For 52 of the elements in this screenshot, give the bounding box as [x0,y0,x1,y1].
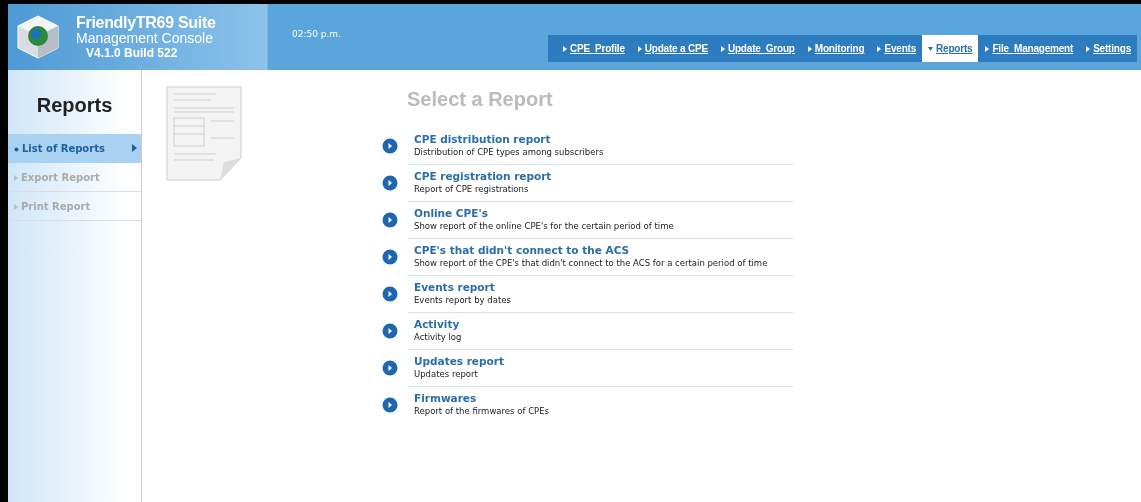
arrow-circle-icon[interactable] [382,323,398,339]
report-link[interactable]: CPE's that didn't connect to the ACS [414,244,768,257]
report-link[interactable]: CPE distribution report [414,133,604,146]
arrow-circle-icon[interactable] [382,175,398,191]
cube-logo-icon [16,14,60,60]
caret-right-icon [984,45,990,52]
arrow-circle-icon[interactable] [382,138,398,154]
report-link[interactable]: Updates report [414,355,504,368]
report-link[interactable]: Firmwares [414,392,549,405]
arrow-circle-icon[interactable] [382,360,398,376]
caret-right-icon [719,45,725,52]
nav-tab[interactable]: Settings [1079,35,1137,62]
version-label: V4.1.0 Build 522 [85,46,179,60]
nav-tab[interactable]: Update Group [713,35,801,62]
report-description: Show report of the CPE's that didn't connect to the ACS for a certain period of time [414,257,768,270]
nav-tab[interactable]: Events [870,35,923,62]
nav-tab[interactable]: CPE Profile [555,35,631,62]
report-description: Activity log [414,331,462,344]
arrow-circle-icon[interactable] [382,397,398,413]
report-description: Show report of the online CPE's for the certain period of time [414,220,674,233]
nav-tab[interactable]: Reports [922,35,979,62]
report-description: Updates report [414,368,479,381]
report-link[interactable]: Events report [414,281,511,294]
caret-right-icon [14,204,18,210]
nav-tab[interactable]: Update a CPE [630,35,714,62]
caret-right-icon [806,45,812,52]
bullet-icon [14,146,19,152]
caret-right-icon [876,45,882,52]
nav-tab[interactable]: File Management [978,35,1080,62]
report-description: Report of CPE registrations [414,183,530,196]
caret-right-icon [1085,45,1091,52]
page-title: Select a Report [407,87,554,112]
sidebar-item[interactable]: List of Reports [8,134,141,163]
caret-right-icon [561,45,567,52]
product-subtitle: Management Console [76,31,214,46]
report-description: Distribution of CPE types among subscribers [414,146,604,159]
arrow-circle-icon[interactable] [382,286,398,302]
caret-right-icon [132,144,137,152]
report-description: Events report by dates [414,294,511,307]
caret-right-icon [14,175,18,181]
clock-time: 02:50 p.m. [292,29,341,39]
sidebar-title: Reports [35,93,114,118]
caret-down-icon [928,45,934,52]
report-link[interactable]: CPE registration report [414,170,552,183]
arrow-circle-icon[interactable] [382,212,398,228]
report-link[interactable]: Online CPE's [414,207,674,220]
report-description: Report of the firmwares of CPEs [414,405,549,418]
caret-right-icon [636,45,642,52]
nav-tab[interactable]: Monitoring [800,35,871,62]
product-name: FriendlyTR69 Suite [76,14,216,31]
report-link[interactable]: Activity [414,318,462,331]
arrow-circle-icon[interactable] [382,249,398,265]
